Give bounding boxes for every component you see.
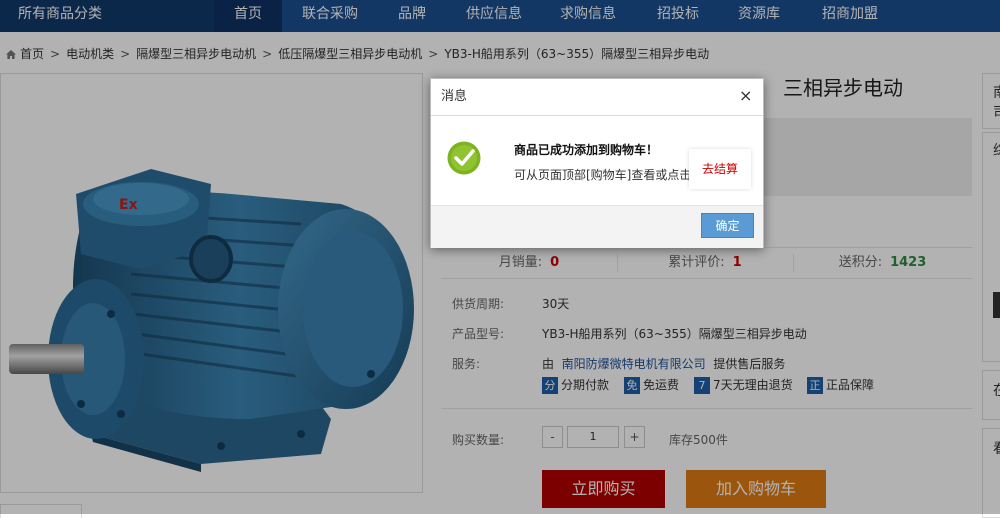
dialog-header [431,79,763,115]
dialog-message-body: 可从页面顶部[购物车]查看或点击 [514,168,692,182]
cart-message-dialog: 消息 × 商品已成功添加到购物车！ 可从页面顶部[购物车]查看或点击 去结算 确… [430,78,764,248]
dialog-title: 消息 [441,89,468,104]
divider [431,115,763,116]
success-check-icon [447,141,481,175]
close-icon[interactable]: × [739,79,752,113]
checkout-link[interactable]: 去结算 [689,149,751,189]
confirm-button[interactable]: 确定 [701,213,754,238]
dialog-message-title: 商品已成功添加到购物车！ [514,143,659,157]
